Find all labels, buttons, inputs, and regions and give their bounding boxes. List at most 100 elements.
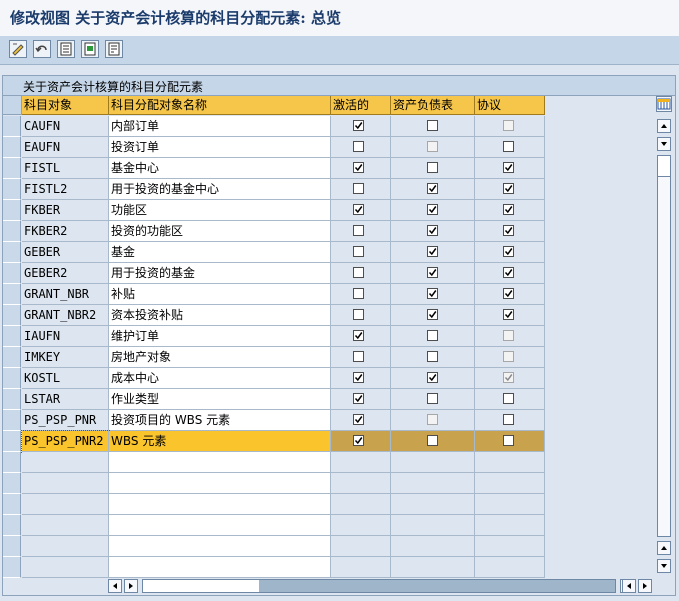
- agreement-checkbox[interactable]: [503, 183, 514, 194]
- row-selector[interactable]: [3, 221, 21, 242]
- row-selector[interactable]: [3, 116, 21, 137]
- active-checkbox[interactable]: [353, 120, 364, 131]
- balance-sheet-checkbox[interactable]: [427, 393, 438, 404]
- scroll-page-left-button[interactable]: [622, 579, 636, 593]
- hscroll-track[interactable]: [142, 579, 616, 593]
- balance-sheet-checkbox[interactable]: [427, 246, 438, 257]
- active-checkbox[interactable]: [353, 435, 364, 446]
- scroll-track[interactable]: [657, 155, 671, 537]
- table-row[interactable]: PS_PSP_PNR 投资项目的 WBS 元素: [3, 410, 545, 431]
- table-row[interactable]: IMKEY 房地产对象: [3, 347, 545, 368]
- table-row[interactable]: FISTL2 用于投资的基金中心: [3, 179, 545, 200]
- column-header-assignment-name[interactable]: 科目分配对象名称: [109, 96, 331, 115]
- balance-sheet-checkbox[interactable]: [427, 120, 438, 131]
- table-row[interactable]: GRANT_NBR2 资本投资补贴: [3, 305, 545, 326]
- scroll-down-button[interactable]: [657, 137, 671, 151]
- active-checkbox[interactable]: [353, 372, 364, 383]
- scroll-thumb[interactable]: [658, 156, 670, 177]
- agreement-checkbox[interactable]: [503, 414, 514, 425]
- active-checkbox[interactable]: [353, 393, 364, 404]
- row-selector[interactable]: [3, 410, 21, 431]
- scroll-up-bottom-button[interactable]: [657, 541, 671, 555]
- scroll-left-button[interactable]: [108, 579, 122, 593]
- column-header-agreement[interactable]: 协议: [475, 96, 545, 115]
- scroll-up-button[interactable]: [657, 119, 671, 133]
- row-selector[interactable]: [3, 284, 21, 305]
- balance-sheet-checkbox[interactable]: [427, 225, 438, 236]
- agreement-checkbox[interactable]: [503, 435, 514, 446]
- scroll-page-right-button[interactable]: [638, 579, 652, 593]
- scroll-down-bottom-button[interactable]: [657, 559, 671, 573]
- column-header-balance-sheet[interactable]: 资产负债表: [391, 96, 475, 115]
- row-selector[interactable]: [3, 179, 21, 200]
- row-selector[interactable]: [3, 452, 21, 473]
- row-selector[interactable]: [3, 326, 21, 347]
- balance-sheet-checkbox[interactable]: [427, 204, 438, 215]
- horizontal-scrollbar[interactable]: [108, 578, 638, 594]
- active-checkbox[interactable]: [353, 141, 364, 152]
- row-selector[interactable]: [3, 368, 21, 389]
- column-settings-icon[interactable]: [656, 96, 672, 112]
- active-checkbox[interactable]: [353, 267, 364, 278]
- agreement-checkbox[interactable]: [503, 309, 514, 320]
- row-selector[interactable]: [3, 200, 21, 221]
- balance-sheet-checkbox[interactable]: [427, 288, 438, 299]
- agreement-checkbox[interactable]: [503, 162, 514, 173]
- table-row[interactable]: FKBER 功能区: [3, 200, 545, 221]
- row-selector[interactable]: [3, 242, 21, 263]
- row-selector[interactable]: [3, 473, 21, 494]
- row-selector[interactable]: [3, 494, 21, 515]
- balance-sheet-checkbox[interactable]: [427, 183, 438, 194]
- table-row[interactable]: KOSTL 成本中心: [3, 368, 545, 389]
- agreement-checkbox[interactable]: [503, 267, 514, 278]
- row-selector[interactable]: [3, 263, 21, 284]
- balance-sheet-checkbox[interactable]: [427, 330, 438, 341]
- active-checkbox[interactable]: [353, 225, 364, 236]
- table-row[interactable]: LSTAR 作业类型: [3, 389, 545, 410]
- select-all-rows-corner[interactable]: [3, 96, 22, 115]
- select-all-icon[interactable]: [57, 40, 75, 58]
- active-checkbox[interactable]: [353, 351, 364, 362]
- balance-sheet-checkbox[interactable]: [427, 267, 438, 278]
- agreement-checkbox[interactable]: [503, 225, 514, 236]
- row-selector[interactable]: [3, 557, 21, 578]
- hscroll-thumb[interactable]: [143, 580, 259, 592]
- row-selector[interactable]: [3, 536, 21, 557]
- active-checkbox[interactable]: [353, 414, 364, 425]
- table-row[interactable]: FKBER2 投资的功能区: [3, 221, 545, 242]
- row-selector[interactable]: [3, 389, 21, 410]
- agreement-checkbox[interactable]: [503, 246, 514, 257]
- active-checkbox[interactable]: [353, 330, 364, 341]
- table-row[interactable]: GEBER2 用于投资的基金: [3, 263, 545, 284]
- table-row[interactable]: EAUFN 投资订单: [3, 137, 545, 158]
- active-checkbox[interactable]: [353, 288, 364, 299]
- balance-sheet-checkbox[interactable]: [427, 162, 438, 173]
- table-row[interactable]: IAUFN 维护订单: [3, 326, 545, 347]
- row-selector[interactable]: [3, 515, 21, 536]
- table-row[interactable]: CAUFN 内部订单: [3, 116, 545, 137]
- row-selector[interactable]: [3, 158, 21, 179]
- row-selector[interactable]: [3, 137, 21, 158]
- undo-icon[interactable]: [33, 40, 51, 58]
- agreement-checkbox[interactable]: [503, 204, 514, 215]
- column-header-account-object[interactable]: 科目对象: [22, 96, 109, 115]
- active-checkbox[interactable]: [353, 162, 364, 173]
- agreement-checkbox[interactable]: [503, 141, 514, 152]
- scroll-right-step-button[interactable]: [124, 579, 138, 593]
- select-block-icon[interactable]: [81, 40, 99, 58]
- balance-sheet-checkbox[interactable]: [427, 372, 438, 383]
- active-checkbox[interactable]: [353, 183, 364, 194]
- vertical-scrollbar[interactable]: [655, 115, 671, 575]
- agreement-checkbox[interactable]: [503, 288, 514, 299]
- table-row[interactable]: GEBER 基金: [3, 242, 545, 263]
- table-row[interactable]: PS_PSP_PNR2 WBS 元素: [3, 430, 545, 453]
- row-selector[interactable]: [3, 347, 21, 368]
- edit-icon[interactable]: [9, 40, 27, 58]
- row-selector[interactable]: [3, 431, 21, 452]
- agreement-checkbox[interactable]: [503, 393, 514, 404]
- column-header-active[interactable]: 激活的: [331, 96, 391, 115]
- table-row[interactable]: GRANT_NBR 补贴: [3, 284, 545, 305]
- active-checkbox[interactable]: [353, 309, 364, 320]
- balance-sheet-checkbox[interactable]: [427, 309, 438, 320]
- deselect-all-icon[interactable]: [105, 40, 123, 58]
